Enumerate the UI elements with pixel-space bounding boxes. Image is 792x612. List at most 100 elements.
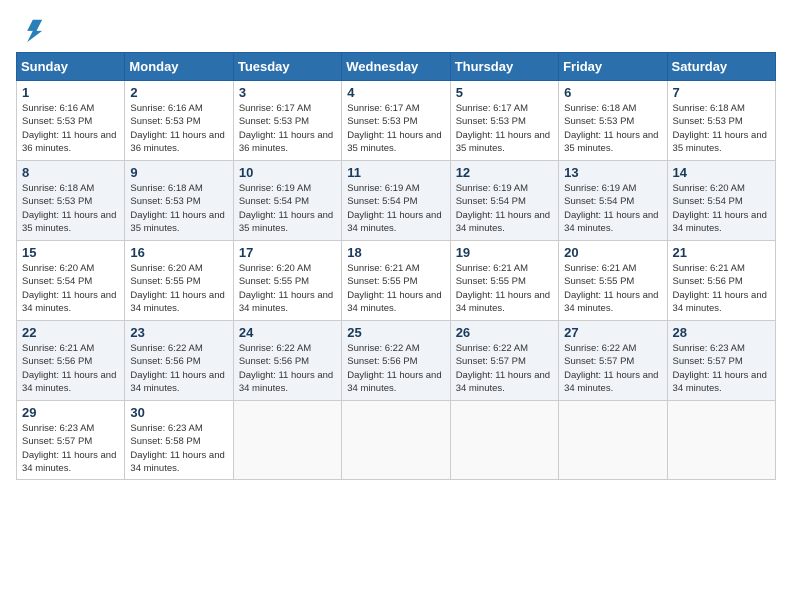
calendar-cell	[559, 401, 667, 480]
day-info: Sunrise: 6:22 AMSunset: 5:56 PMDaylight:…	[130, 342, 227, 395]
day-info: Sunrise: 6:17 AMSunset: 5:53 PMDaylight:…	[239, 102, 336, 155]
calendar-cell: 6 Sunrise: 6:18 AMSunset: 5:53 PMDaylight…	[559, 81, 667, 161]
day-info: Sunrise: 6:16 AMSunset: 5:53 PMDaylight:…	[22, 102, 119, 155]
day-info: Sunrise: 6:21 AMSunset: 5:56 PMDaylight:…	[673, 262, 770, 315]
day-number: 26	[456, 325, 553, 340]
day-number: 5	[456, 85, 553, 100]
weekday-header-thursday: Thursday	[450, 53, 558, 81]
day-number: 24	[239, 325, 336, 340]
calendar-week-3: 15Sunrise: 6:20 AMSunset: 5:54 PMDayligh…	[17, 241, 776, 321]
calendar-cell: 15Sunrise: 6:20 AMSunset: 5:54 PMDayligh…	[17, 241, 125, 321]
weekday-header-monday: Monday	[125, 53, 233, 81]
calendar-cell: 3 Sunrise: 6:17 AMSunset: 5:53 PMDaylight…	[233, 81, 341, 161]
calendar-cell: 20 Sunrise: 6:21 AMSunset: 5:55 PMDayligh…	[559, 241, 667, 321]
day-number: 29	[22, 405, 119, 420]
day-info: Sunrise: 6:20 AMSunset: 5:54 PMDaylight:…	[673, 182, 770, 235]
day-number: 17	[239, 245, 336, 260]
day-number: 30	[130, 405, 227, 420]
calendar-cell: 1 Sunrise: 6:16 AMSunset: 5:53 PMDaylight…	[17, 81, 125, 161]
day-number: 2	[130, 85, 227, 100]
calendar-cell	[342, 401, 450, 480]
calendar-cell: 30 Sunrise: 6:23 AMSunset: 5:58 PMDayligh…	[125, 401, 233, 480]
calendar-cell: 19 Sunrise: 6:21 AMSunset: 5:55 PMDayligh…	[450, 241, 558, 321]
day-number: 20	[564, 245, 661, 260]
calendar-cell: 26 Sunrise: 6:22 AMSunset: 5:57 PMDayligh…	[450, 321, 558, 401]
calendar-cell	[667, 401, 775, 480]
calendar-cell: 24 Sunrise: 6:22 AMSunset: 5:56 PMDayligh…	[233, 321, 341, 401]
day-number: 21	[673, 245, 770, 260]
day-number: 18	[347, 245, 444, 260]
calendar-cell	[450, 401, 558, 480]
day-info: Sunrise: 6:20 AMSunset: 5:55 PMDaylight:…	[130, 262, 227, 315]
calendar-week-4: 22 Sunrise: 6:21 AMSunset: 5:56 PMDayligh…	[17, 321, 776, 401]
day-number: 28	[673, 325, 770, 340]
weekday-header-sunday: Sunday	[17, 53, 125, 81]
day-number: 19	[456, 245, 553, 260]
calendar-week-2: 8 Sunrise: 6:18 AMSunset: 5:53 PMDaylight…	[17, 161, 776, 241]
day-number: 7	[673, 85, 770, 100]
calendar-cell: 8 Sunrise: 6:18 AMSunset: 5:53 PMDaylight…	[17, 161, 125, 241]
day-number: 4	[347, 85, 444, 100]
day-info: Sunrise: 6:18 AMSunset: 5:53 PMDaylight:…	[22, 182, 119, 235]
day-info: Sunrise: 6:19 AMSunset: 5:54 PMDaylight:…	[239, 182, 336, 235]
day-info: Sunrise: 6:21 AMSunset: 5:55 PMDaylight:…	[564, 262, 661, 315]
day-number: 11	[347, 165, 444, 180]
day-info: Sunrise: 6:23 AMSunset: 5:57 PMDaylight:…	[673, 342, 770, 395]
calendar-cell: 7Sunrise: 6:18 AMSunset: 5:53 PMDaylight…	[667, 81, 775, 161]
day-number: 8	[22, 165, 119, 180]
calendar-cell: 23 Sunrise: 6:22 AMSunset: 5:56 PMDayligh…	[125, 321, 233, 401]
calendar-cell: 27Sunrise: 6:22 AMSunset: 5:57 PMDayligh…	[559, 321, 667, 401]
calendar-cell: 11 Sunrise: 6:19 AMSunset: 5:54 PMDayligh…	[342, 161, 450, 241]
day-number: 22	[22, 325, 119, 340]
day-info: Sunrise: 6:19 AMSunset: 5:54 PMDaylight:…	[456, 182, 553, 235]
day-info: Sunrise: 6:18 AMSunset: 5:53 PMDaylight:…	[564, 102, 661, 155]
calendar-cell: 17 Sunrise: 6:20 AMSunset: 5:55 PMDayligh…	[233, 241, 341, 321]
calendar-cell: 5 Sunrise: 6:17 AMSunset: 5:53 PMDaylight…	[450, 81, 558, 161]
day-number: 10	[239, 165, 336, 180]
day-info: Sunrise: 6:22 AMSunset: 5:57 PMDaylight:…	[456, 342, 553, 395]
day-number: 23	[130, 325, 227, 340]
weekday-header-wednesday: Wednesday	[342, 53, 450, 81]
day-number: 13	[564, 165, 661, 180]
calendar-cell: 2 Sunrise: 6:16 AMSunset: 5:53 PMDaylight…	[125, 81, 233, 161]
weekday-header-saturday: Saturday	[667, 53, 775, 81]
day-info: Sunrise: 6:22 AMSunset: 5:56 PMDaylight:…	[239, 342, 336, 395]
calendar-cell: 14Sunrise: 6:20 AMSunset: 5:54 PMDayligh…	[667, 161, 775, 241]
day-number: 9	[130, 165, 227, 180]
day-info: Sunrise: 6:21 AMSunset: 5:55 PMDaylight:…	[347, 262, 444, 315]
day-info: Sunrise: 6:20 AMSunset: 5:54 PMDaylight:…	[22, 262, 119, 315]
day-number: 27	[564, 325, 661, 340]
day-info: Sunrise: 6:17 AMSunset: 5:53 PMDaylight:…	[347, 102, 444, 155]
calendar-week-5: 29 Sunrise: 6:23 AMSunset: 5:57 PMDayligh…	[17, 401, 776, 480]
logo-icon	[16, 16, 44, 44]
day-info: Sunrise: 6:16 AMSunset: 5:53 PMDaylight:…	[130, 102, 227, 155]
weekday-header-tuesday: Tuesday	[233, 53, 341, 81]
day-info: Sunrise: 6:22 AMSunset: 5:56 PMDaylight:…	[347, 342, 444, 395]
day-info: Sunrise: 6:19 AMSunset: 5:54 PMDaylight:…	[347, 182, 444, 235]
weekday-header-friday: Friday	[559, 53, 667, 81]
calendar-cell: 22 Sunrise: 6:21 AMSunset: 5:56 PMDayligh…	[17, 321, 125, 401]
day-info: Sunrise: 6:18 AMSunset: 5:53 PMDaylight:…	[130, 182, 227, 235]
day-info: Sunrise: 6:21 AMSunset: 5:56 PMDaylight:…	[22, 342, 119, 395]
day-info: Sunrise: 6:19 AMSunset: 5:54 PMDaylight:…	[564, 182, 661, 235]
day-info: Sunrise: 6:21 AMSunset: 5:55 PMDaylight:…	[456, 262, 553, 315]
calendar-cell: 16 Sunrise: 6:20 AMSunset: 5:55 PMDayligh…	[125, 241, 233, 321]
calendar-cell: 28 Sunrise: 6:23 AMSunset: 5:57 PMDayligh…	[667, 321, 775, 401]
day-number: 25	[347, 325, 444, 340]
day-info: Sunrise: 6:20 AMSunset: 5:55 PMDaylight:…	[239, 262, 336, 315]
logo	[16, 16, 48, 44]
day-number: 16	[130, 245, 227, 260]
calendar-table: SundayMondayTuesdayWednesdayThursdayFrid…	[16, 52, 776, 480]
calendar-cell: 13 Sunrise: 6:19 AMSunset: 5:54 PMDayligh…	[559, 161, 667, 241]
day-number: 3	[239, 85, 336, 100]
calendar-header	[16, 16, 776, 44]
day-number: 1	[22, 85, 119, 100]
day-info: Sunrise: 6:17 AMSunset: 5:53 PMDaylight:…	[456, 102, 553, 155]
calendar-cell: 12Sunrise: 6:19 AMSunset: 5:54 PMDayligh…	[450, 161, 558, 241]
calendar-cell: 18 Sunrise: 6:21 AMSunset: 5:55 PMDayligh…	[342, 241, 450, 321]
day-info: Sunrise: 6:23 AMSunset: 5:58 PMDaylight:…	[130, 422, 227, 475]
weekday-header-row: SundayMondayTuesdayWednesdayThursdayFrid…	[17, 53, 776, 81]
calendar-cell: 29 Sunrise: 6:23 AMSunset: 5:57 PMDayligh…	[17, 401, 125, 480]
day-info: Sunrise: 6:23 AMSunset: 5:57 PMDaylight:…	[22, 422, 119, 475]
day-number: 6	[564, 85, 661, 100]
